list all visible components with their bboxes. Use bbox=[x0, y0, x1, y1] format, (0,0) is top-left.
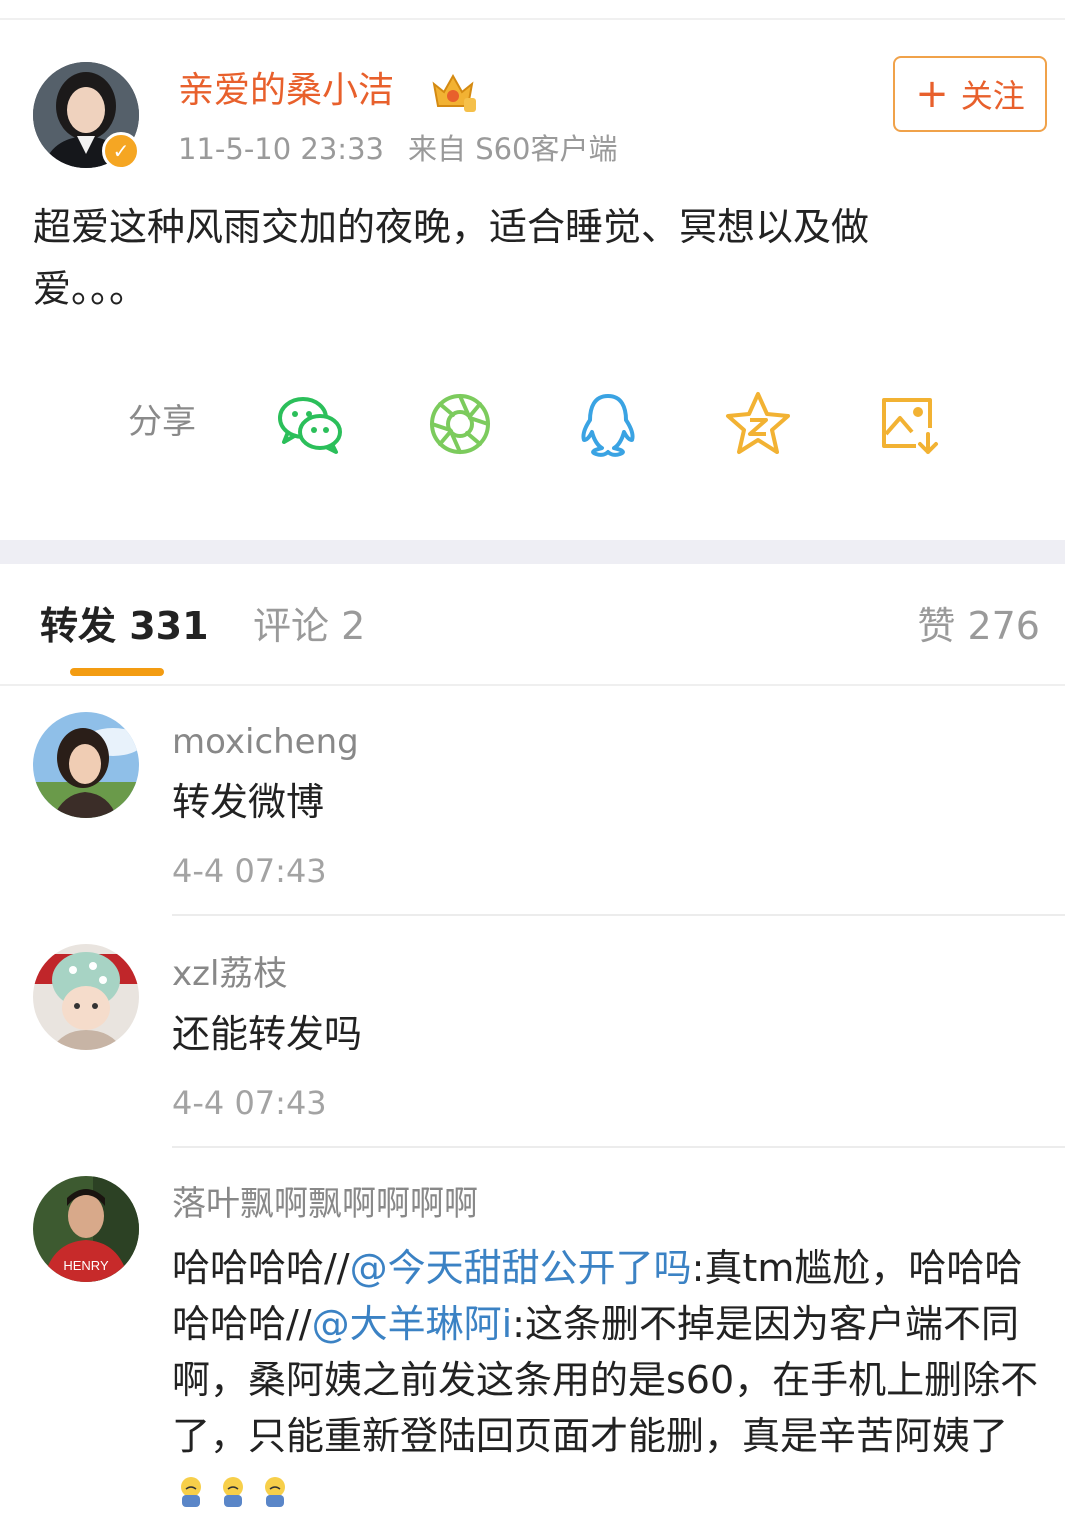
follow-button[interactable]: + 关注 bbox=[893, 56, 1047, 132]
post-content-line-1: 超爱这种风雨交加的夜晚，适合睡觉、冥想以及做 bbox=[33, 205, 870, 249]
comment-username[interactable]: xzl荔枝 bbox=[172, 950, 287, 998]
weibo-post: ✓ 亲爱的桑小洁 11-5-10 23:33 来自 S60客户端 + 关注 超爱这… bbox=[0, 0, 1065, 540]
qq-icon[interactable] bbox=[572, 388, 644, 460]
vip-crown-icon bbox=[432, 73, 476, 112]
tab-forward[interactable]: 转发 331 bbox=[40, 600, 209, 652]
avatar[interactable] bbox=[33, 712, 139, 818]
qzone-star-icon[interactable] bbox=[722, 388, 794, 460]
comment-username[interactable]: moxicheng bbox=[172, 718, 359, 766]
author-name[interactable]: 亲爱的桑小洁 bbox=[178, 66, 394, 116]
mention-link[interactable]: @今天甜甜公开了吗 bbox=[350, 1246, 692, 1290]
list-item: moxicheng 转发微博 4-4 07:43 bbox=[0, 688, 1065, 918]
list-item: xzl荔枝 还能转发吗 4-4 07:43 bbox=[0, 918, 1065, 1150]
comment-text: 还能转发吗 bbox=[172, 1012, 363, 1056]
comment-text: 哈哈哈哈//@今天甜甜公开了吗:真tm尴尬，哈哈哈哈哈哈//@大羊琳阿i:这条删… bbox=[172, 1240, 1047, 1520]
comment-time: 4-4 07:43 bbox=[172, 1084, 327, 1122]
avatar[interactable]: HENRY bbox=[33, 1176, 139, 1282]
post-content: 超爱这种风雨交加的夜晚，适合睡觉、冥想以及做 爱。。。 bbox=[33, 196, 993, 320]
list-item: HENRY 落叶飘啊飘啊啊啊啊 哈哈哈哈//@今天甜甜公开了吗:真tm尴尬，哈哈… bbox=[0, 1150, 1065, 1539]
save-image-icon[interactable] bbox=[872, 388, 944, 460]
section-divider bbox=[0, 540, 1065, 564]
post-content-line-2: 爱。。。 bbox=[33, 267, 148, 311]
sad-emoji-icon bbox=[265, 1477, 285, 1507]
tab-comment[interactable]: 评论 2 bbox=[253, 600, 365, 652]
verified-badge-icon: ✓ bbox=[102, 132, 140, 170]
share-row: 分享 bbox=[0, 380, 1065, 470]
plus-icon: + bbox=[915, 71, 949, 117]
top-divider bbox=[0, 18, 1065, 20]
mention-link[interactable]: @大羊琳阿i bbox=[312, 1302, 513, 1346]
comment-text-part: 哈哈哈哈// bbox=[172, 1246, 350, 1290]
comment-divider bbox=[172, 1146, 1065, 1148]
avatar[interactable] bbox=[33, 944, 139, 1050]
interaction-tabs: 转发 331 评论 2 赞 276 bbox=[0, 564, 1065, 686]
comment-divider bbox=[172, 914, 1065, 916]
follow-label: 关注 bbox=[960, 77, 1025, 115]
active-tab-indicator bbox=[70, 668, 164, 676]
share-label: 分享 bbox=[128, 402, 196, 442]
post-timestamp: 11-5-10 23:33 bbox=[178, 132, 384, 166]
comment-text: 转发微博 bbox=[172, 780, 325, 824]
post-source: 来自 S60客户端 bbox=[407, 132, 618, 166]
comment-time: 4-4 07:43 bbox=[172, 852, 327, 890]
moments-icon[interactable] bbox=[424, 388, 496, 460]
post-meta: 11-5-10 23:33 来自 S60客户端 bbox=[178, 128, 618, 170]
comment-username[interactable]: 落叶飘啊飘啊啊啊啊 bbox=[172, 1180, 478, 1228]
sad-emoji-icon bbox=[181, 1477, 201, 1507]
tab-like[interactable]: 赞 276 bbox=[917, 600, 1040, 652]
svg-text:HENRY: HENRY bbox=[63, 1258, 109, 1273]
sad-emoji-icon bbox=[223, 1477, 243, 1507]
wechat-icon[interactable] bbox=[274, 388, 346, 460]
